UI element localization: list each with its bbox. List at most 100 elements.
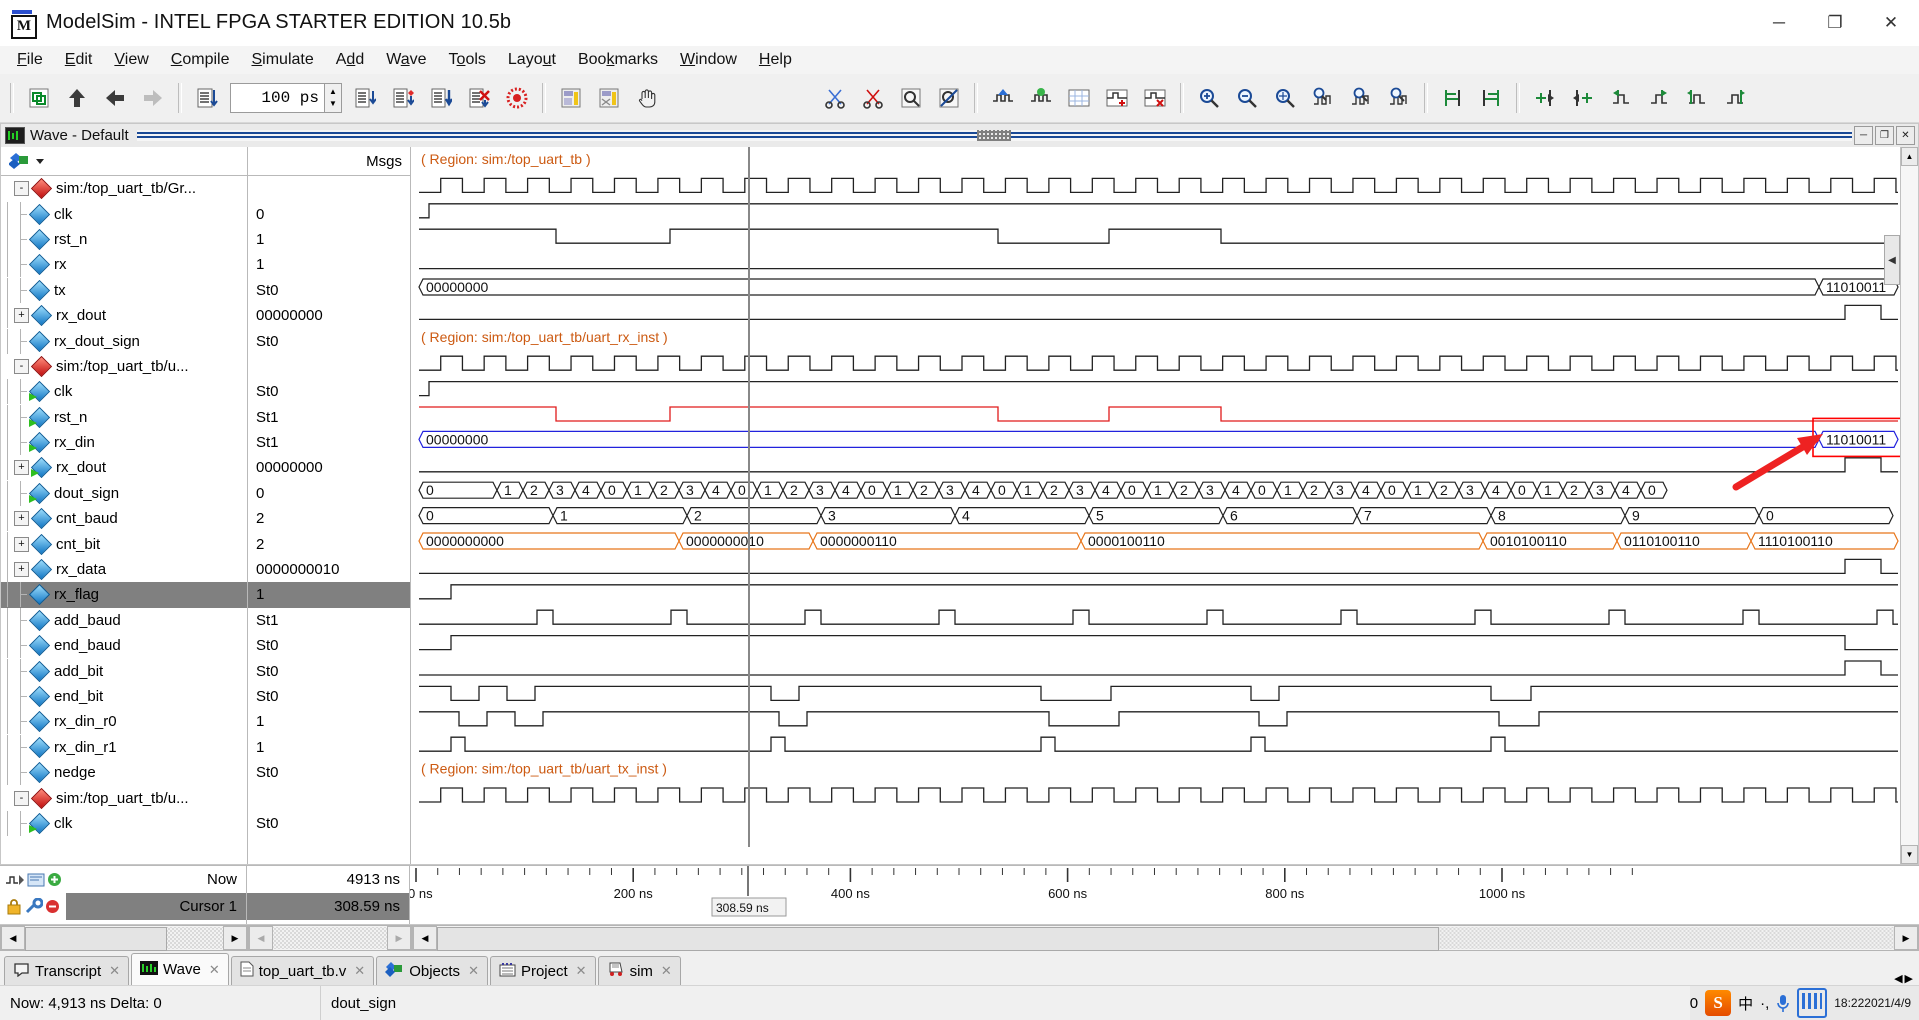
signal-row-rx_dout_sign[interactable]: rx_dout_sign: [1, 328, 247, 354]
break-icon[interactable]: [462, 81, 496, 115]
signal-row-rst_n[interactable]: rst_n: [1, 226, 247, 252]
signal-row-rx[interactable]: rx: [1, 252, 247, 278]
tab-close-icon[interactable]: ✕: [661, 963, 672, 979]
signal-row-dout_sign[interactable]: dout_sign: [1, 480, 247, 506]
signal-row-cnt_baud[interactable]: + cnt_baud: [1, 506, 247, 532]
menu-compile[interactable]: Compile: [160, 48, 241, 72]
punctuation-mode-icon[interactable]: ·,: [1760, 990, 1769, 1016]
tab-scroll-right-icon[interactable]: ▶: [1905, 972, 1913, 985]
microphone-icon[interactable]: [1776, 990, 1790, 1016]
run-length-spinner[interactable]: ▲ ▼: [325, 83, 342, 113]
find-icon[interactable]: [894, 81, 928, 115]
continue-run-icon[interactable]: [386, 81, 420, 115]
minimize-button[interactable]: ─: [1751, 0, 1807, 45]
signal-row-rx_din_r1[interactable]: rx_din_r1: [1, 734, 247, 760]
spin-up-icon[interactable]: ▲: [325, 86, 341, 98]
tab-close-icon[interactable]: ✕: [209, 962, 220, 978]
signal-row-rx_dout[interactable]: + rx_dout: [1, 303, 247, 329]
signal-row-simtop_uart_tbu[interactable]: - sim:/top_uart_tb/u...: [1, 354, 247, 379]
up-arrow-icon[interactable]: [60, 81, 94, 115]
no-find-icon[interactable]: [932, 81, 966, 115]
waveform-pane[interactable]: ( Region: sim:/top_uart_tb ) ( Region: si…: [411, 147, 1900, 864]
wave-pane-hscroll[interactable]: ◀ ▶: [412, 925, 1919, 951]
tree-toggle-icon[interactable]: -: [14, 790, 29, 806]
scroll-track[interactable]: [1901, 166, 1918, 845]
new-window-icon[interactable]: [22, 81, 56, 115]
tray-clock[interactable]: 18:22 2021/4/9: [1834, 990, 1911, 1016]
signal-row-add_baud[interactable]: add_baud: [1, 607, 247, 633]
waveform-canvas[interactable]: ( Region: sim:/top_uart_tb ) ( Region: si…: [411, 147, 1900, 864]
name-pane-hscroll[interactable]: ◀ ▶: [0, 925, 248, 951]
prev-transition-icon[interactable]: [1604, 81, 1638, 115]
spin-down-icon[interactable]: ▼: [325, 98, 341, 110]
menu-bookmarks[interactable]: Bookmarks: [567, 48, 669, 72]
menu-edit[interactable]: Edit: [54, 48, 104, 72]
objects-icon[interactable]: [8, 151, 31, 171]
name-scroll-left[interactable]: ◀: [1, 926, 25, 950]
insert-cursor-right-icon[interactable]: [1566, 81, 1600, 115]
tree-toggle-icon[interactable]: -: [14, 358, 29, 374]
stop-icon[interactable]: [500, 81, 534, 115]
tree-toggle-icon[interactable]: +: [14, 511, 29, 527]
close-button[interactable]: ✕: [1863, 0, 1919, 45]
wave-close-button[interactable]: ✕: [1896, 126, 1915, 145]
signal-row-cnt_bit[interactable]: + cnt_bit: [1, 531, 247, 557]
time-axis[interactable]: 0 ns 200 ns 400 ns 600 ns 800 ns 1000 ns 308.5…: [410, 866, 1919, 924]
sogou-logo-icon[interactable]: S: [1705, 990, 1732, 1016]
menu-help[interactable]: Help: [748, 48, 803, 72]
signal-row-end_baud[interactable]: end_baud: [1, 633, 247, 659]
zoom-full-icon[interactable]: [1268, 81, 1302, 115]
tab-close-icon[interactable]: ✕: [576, 963, 587, 979]
signal-row-clk[interactable]: clk: [1, 810, 247, 836]
cut-icon[interactable]: [818, 81, 852, 115]
tab-sim[interactable]: sim ✕: [597, 956, 681, 985]
menu-add[interactable]: Add: [325, 48, 375, 72]
tree-toggle-icon[interactable]: +: [14, 308, 29, 324]
wave-del-icon[interactable]: [1138, 81, 1172, 115]
tab-close-icon[interactable]: ✕: [468, 963, 479, 979]
tree-toggle-icon[interactable]: -: [14, 181, 29, 197]
value-pane-hscroll[interactable]: ◀ ▶: [248, 925, 412, 951]
zoom-out-icon[interactable]: [1230, 81, 1264, 115]
signal-row-end_bit[interactable]: end_bit: [1, 684, 247, 709]
cursor1-label[interactable]: Cursor 1: [66, 893, 246, 920]
name-scroll-right[interactable]: ▶: [223, 926, 247, 950]
run-icon[interactable]: [348, 81, 382, 115]
signal-name-list[interactable]: - sim:/top_uart_tb/Gr... clk rst_n rx tx + rx_d…: [1, 176, 247, 864]
wave-window-drag-rail[interactable]: [136, 130, 1852, 141]
tree-toggle-icon[interactable]: +: [14, 562, 29, 578]
wave-compare-icon[interactable]: [1024, 81, 1058, 115]
value-scroll-right[interactable]: ▶: [387, 926, 411, 950]
tab-close-icon[interactable]: ✕: [354, 963, 365, 979]
wave-scroll-track[interactable]: [437, 927, 1894, 951]
wave-scroll-right[interactable]: ▶: [1894, 926, 1918, 950]
tab-project[interactable]: Project ✕: [489, 956, 596, 985]
wave-add-icon[interactable]: [1100, 81, 1134, 115]
delete-icon[interactable]: [856, 81, 890, 115]
insert-cursor-left-icon[interactable]: [1528, 81, 1562, 115]
zoom-in-icon[interactable]: [1192, 81, 1226, 115]
keyboard-icon[interactable]: [1797, 988, 1828, 1018]
signal-row-rx_din[interactable]: rx_din: [1, 430, 247, 456]
name-scroll-track[interactable]: [25, 927, 223, 951]
signal-row-tx[interactable]: tx: [1, 277, 247, 303]
tab-objects[interactable]: Objects ✕: [376, 956, 488, 985]
wave-grid-icon[interactable]: [1062, 81, 1096, 115]
next-edge-icon[interactable]: [1718, 81, 1752, 115]
wave-insert-icon[interactable]: [986, 81, 1020, 115]
tree-toggle-icon[interactable]: +: [14, 460, 29, 476]
back-arrow-icon[interactable]: [98, 81, 132, 115]
menu-simulate[interactable]: Simulate: [240, 48, 324, 72]
drag-grip[interactable]: [977, 130, 1012, 141]
zoom-last-icon[interactable]: [1382, 81, 1416, 115]
zoom-cursor-icon[interactable]: [1306, 81, 1340, 115]
tab-scroll-left-icon[interactable]: ◀: [1894, 972, 1902, 985]
signal-row-simtop_uart_tbu[interactable]: - sim:/top_uart_tb/u...: [1, 785, 247, 810]
run-all-icon[interactable]: [424, 81, 458, 115]
maximize-button[interactable]: ❐: [1807, 0, 1863, 45]
signal-row-add_bit[interactable]: add_bit: [1, 658, 247, 684]
scroll-down-arrow[interactable]: ▼: [1901, 845, 1918, 864]
signal-row-nedge[interactable]: nedge: [1, 760, 247, 786]
menu-layout[interactable]: Layout: [497, 48, 567, 72]
signal-value-list[interactable]: 0 1 1 St0 00000000 St0 St0 St1 St1 00000000 0 2 2 000…: [248, 176, 410, 864]
